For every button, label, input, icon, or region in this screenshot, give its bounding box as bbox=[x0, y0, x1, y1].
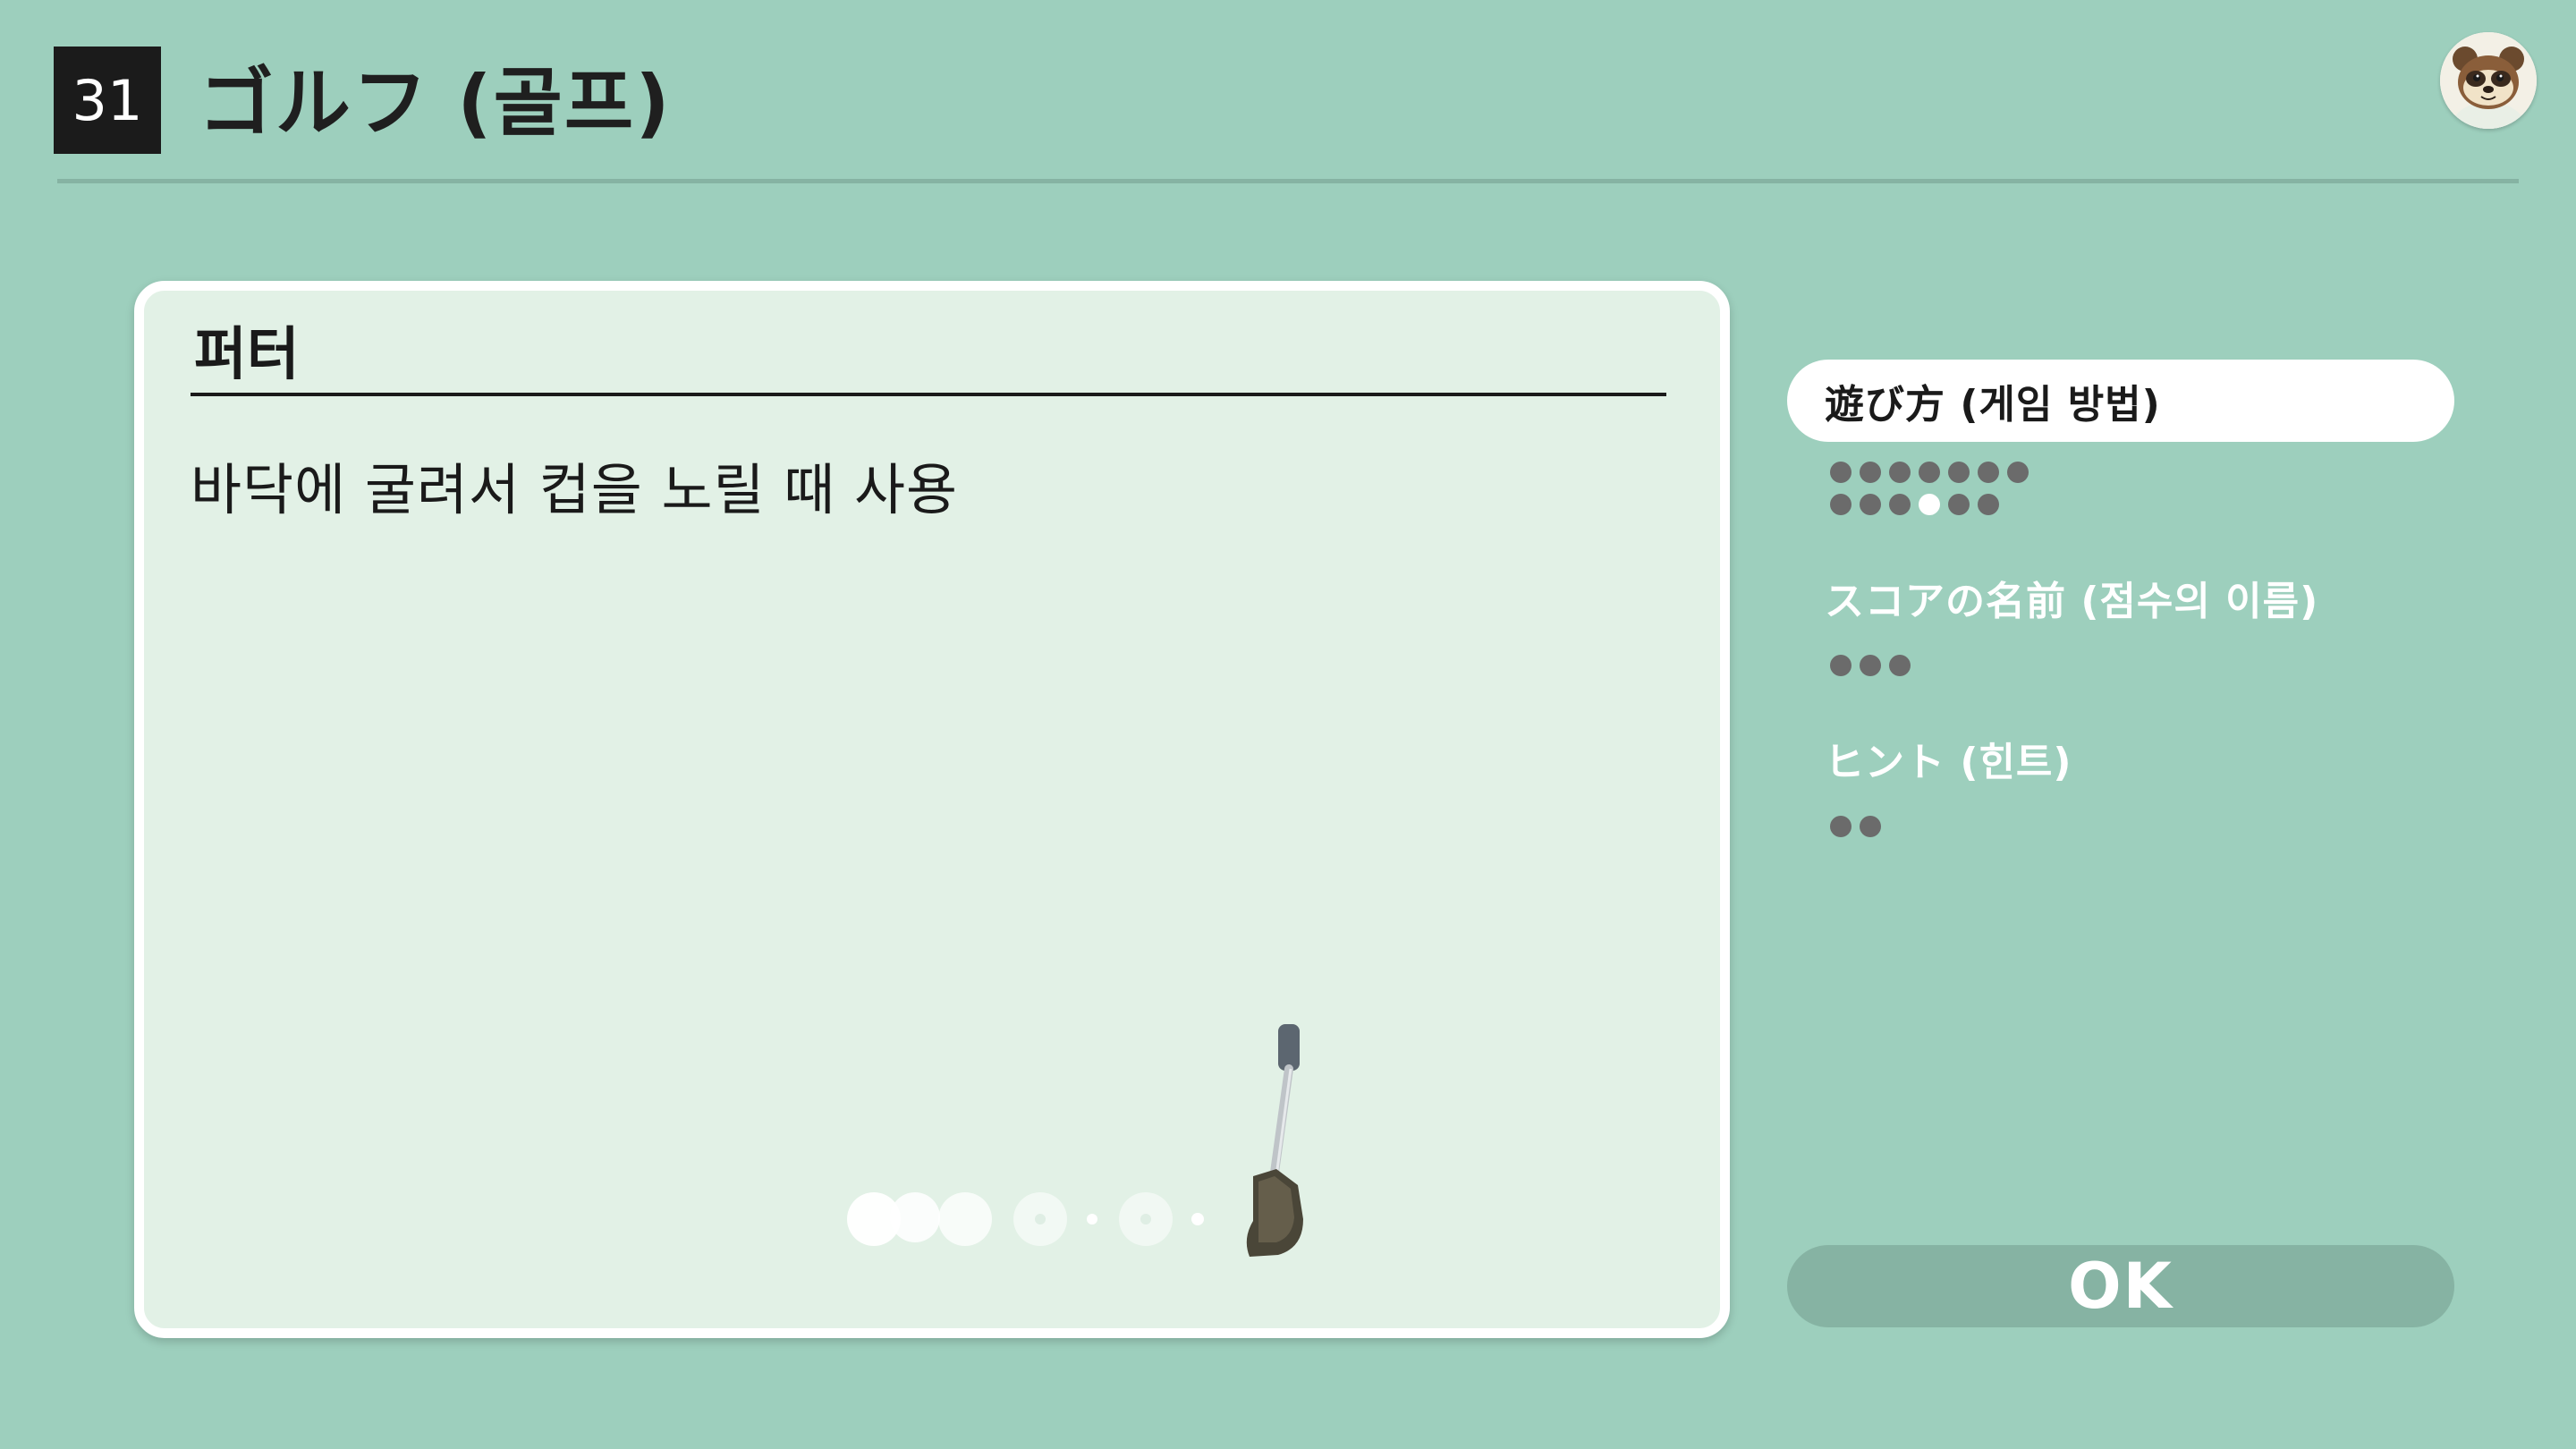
menu-item-label: 遊び方 (게임 방법) bbox=[1825, 382, 2161, 428]
page-dot-current bbox=[1919, 494, 1940, 515]
page-dot bbox=[1860, 462, 1881, 483]
page-dot bbox=[1889, 462, 1911, 483]
page-title: ゴルフ (골프) bbox=[199, 59, 672, 147]
header: 31 ゴルフ (골프) bbox=[0, 0, 2576, 188]
ok-button[interactable]: OK bbox=[1787, 1245, 2454, 1327]
info-card: 퍼터 바닥에 굴려서 컵을 노릴 때 사용 bbox=[134, 281, 1730, 1338]
page-dot bbox=[1889, 655, 1911, 676]
page-dot bbox=[1830, 655, 1852, 676]
putter-illustration bbox=[847, 1024, 1303, 1257]
page-dot bbox=[1948, 494, 1970, 515]
page-dot bbox=[1830, 816, 1852, 837]
golf-ball-trail-icon bbox=[847, 1192, 1204, 1246]
game-number-badge: 31 bbox=[54, 47, 161, 154]
page-dot bbox=[1919, 462, 1940, 483]
page-dot bbox=[1830, 462, 1852, 483]
page-dot bbox=[1860, 655, 1881, 676]
tom-nook-avatar-icon bbox=[2440, 32, 2537, 129]
menu-item-hints[interactable]: ヒント (힌트) bbox=[1825, 730, 2072, 787]
page-dot bbox=[1948, 462, 1970, 483]
page-indicator-hints bbox=[1830, 816, 1893, 843]
page-dot bbox=[1830, 494, 1852, 515]
page-dot bbox=[1889, 494, 1911, 515]
page-dot bbox=[1978, 462, 1999, 483]
page-dot bbox=[2007, 462, 2029, 483]
page-indicator-how-to-play bbox=[1830, 462, 2045, 524]
page-dot bbox=[1860, 816, 1881, 837]
page-dot bbox=[1860, 494, 1881, 515]
menu-item-score-names[interactable]: スコアの名前 (점수의 이름) bbox=[1825, 569, 2318, 626]
page-indicator-score-names bbox=[1830, 655, 1919, 682]
header-divider bbox=[57, 179, 2519, 183]
page-dot bbox=[1978, 494, 1999, 515]
putter-club-icon bbox=[1246, 1024, 1303, 1257]
menu-item-how-to-play[interactable]: 遊び方 (게임 방법) bbox=[1787, 360, 2454, 442]
